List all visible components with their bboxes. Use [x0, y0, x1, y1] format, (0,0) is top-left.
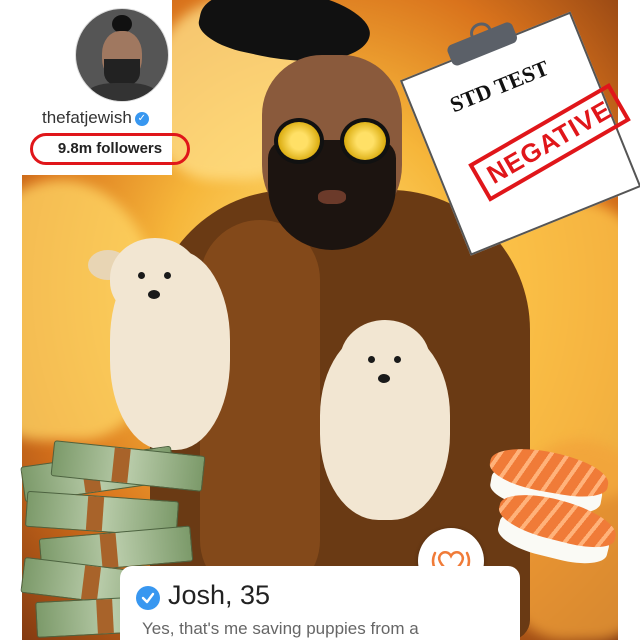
username[interactable]: thefatjewish — [42, 108, 132, 127]
money-band — [99, 532, 119, 569]
money-band — [111, 447, 131, 484]
profile-name-age: Josh, 35 — [168, 580, 271, 610]
puppy-right-head — [340, 320, 430, 400]
money-band — [96, 598, 114, 634]
money-band — [85, 495, 105, 532]
puppy-eye — [394, 356, 401, 363]
username-row[interactable]: thefatjewish ✓ — [42, 108, 149, 128]
puppy-eye — [368, 356, 375, 363]
white-border-left — [0, 0, 22, 640]
verified-check-icon: ✓ — [134, 111, 149, 126]
puppy-eye — [164, 272, 171, 279]
profile-bio: Yes, that's me saving puppies from a — [142, 619, 419, 638]
verified-check-icon — [136, 586, 160, 610]
avatar-shirt — [86, 83, 158, 101]
puppy-nose — [148, 290, 160, 299]
sunglasses-lens — [274, 118, 324, 164]
money-band — [81, 565, 102, 601]
puppy-nose — [378, 374, 390, 383]
white-border-right — [618, 0, 640, 640]
puppy-eye — [138, 272, 145, 279]
man-mouth — [318, 190, 346, 204]
followers-count[interactable]: 9.8m followers — [30, 133, 190, 165]
profile-sticker[interactable]: thefatjewish ✓ 9.8m followers — [22, 0, 190, 175]
puppy-left-head — [110, 238, 200, 318]
avatar[interactable] — [75, 8, 169, 102]
profile-card[interactable]: Josh, 35 Yes, that's me saving puppies f… — [120, 566, 520, 640]
sunglasses — [268, 118, 398, 164]
photo-canvas: thefatjewish ✓ 9.8m followers STD TEST NE… — [0, 0, 640, 640]
sunglasses-lens — [340, 118, 390, 164]
